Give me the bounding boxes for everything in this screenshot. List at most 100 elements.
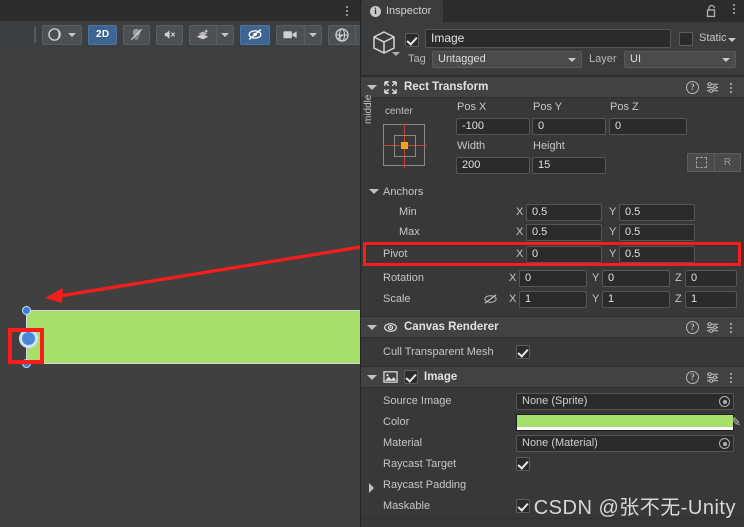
pivot-x-input[interactable]: 0 <box>526 246 602 263</box>
maskable-label: Maskable <box>383 500 431 512</box>
source-image-object-field[interactable]: None (Sprite) <box>516 393 734 410</box>
anchors-foldout-row[interactable]: Anchors <box>361 182 744 202</box>
scale-row: Scale X 1 Y 1 Z 1 <box>361 289 744 310</box>
rotation-x-input[interactable]: 0 <box>519 270 587 287</box>
raycast-target-checkbox[interactable] <box>516 457 530 471</box>
anchor-min-y-input[interactable]: 0.5 <box>619 204 695 221</box>
canvas-renderer-foldout-icon[interactable] <box>367 324 377 330</box>
anchors-foldout-icon[interactable] <box>369 189 379 194</box>
tab-inspector[interactable]: i Inspector <box>361 0 444 22</box>
selection-handle-top-left[interactable] <box>22 306 31 315</box>
help-icon[interactable]: ? <box>686 321 699 334</box>
anchor-max-y-axis-label: Y <box>609 226 617 238</box>
pos-y-input[interactable]: 0 <box>532 118 606 135</box>
draw-mode-chevron-down-icon <box>68 32 76 37</box>
anchor-max-label: Max <box>399 226 420 238</box>
rotation-z-input[interactable]: 0 <box>685 270 737 287</box>
image-foldout-icon[interactable] <box>367 374 377 380</box>
draw-mode-button[interactable] <box>42 24 82 45</box>
component-header-image[interactable]: Image ? <box>361 366 744 388</box>
component-kebab-menu-icon[interactable] <box>726 322 736 333</box>
rect-transform-icon <box>384 80 397 94</box>
component-header-canvas-renderer[interactable]: Canvas Renderer ? <box>361 316 744 338</box>
shading-mode-icon <box>48 28 61 41</box>
height-input[interactable]: 15 <box>532 157 606 174</box>
material-label: Material <box>383 437 423 449</box>
component-kebab-menu-icon[interactable] <box>726 82 736 93</box>
source-image-picker-icon[interactable] <box>719 396 730 407</box>
blueprint-mode-icon <box>695 157 707 168</box>
inspector-tab-bar: i Inspector <box>361 0 744 22</box>
eyedropper-icon[interactable]: ✎ <box>731 415 741 429</box>
width-input[interactable]: 200 <box>456 157 530 174</box>
scene-lighting-button[interactable] <box>123 24 151 45</box>
anchor-min-x-input[interactable]: 0.5 <box>526 204 602 221</box>
preset-settings-icon[interactable] <box>706 81 719 94</box>
component-kebab-menu-icon[interactable] <box>726 372 736 383</box>
selected-image-rect[interactable] <box>27 311 360 363</box>
pivot-row: Pivot X 0 Y 0.5 <box>361 242 744 266</box>
raycast-padding-foldout-icon[interactable] <box>369 483 374 493</box>
pos-y-label: Pos Y <box>533 101 563 113</box>
scale-y-input[interactable]: 1 <box>602 291 670 308</box>
gameobject-enabled-checkbox[interactable] <box>405 33 419 47</box>
blueprint-mode-button[interactable] <box>687 153 714 172</box>
rotation-y-axis-label: Y <box>592 272 600 284</box>
gameobject-icon-chevron-down-icon[interactable] <box>392 52 400 56</box>
image-enabled-checkbox[interactable] <box>404 370 418 384</box>
component-header-rect-transform[interactable]: Rect Transform ? <box>361 76 744 98</box>
scene-effects-dropdown[interactable] <box>216 24 235 45</box>
preset-settings-icon[interactable] <box>706 321 719 334</box>
scene-kebab-menu-icon[interactable] <box>341 3 353 18</box>
inspector-panel: i Inspector Image Static Tag Untagged La… <box>360 0 744 527</box>
inspector-tab-label: Inspector <box>386 5 432 17</box>
color-row: Color ✎ <box>361 412 744 433</box>
rotation-y-input[interactable]: 0 <box>602 270 670 287</box>
help-icon[interactable]: ? <box>686 81 699 94</box>
scene-effects-button[interactable] <box>189 24 217 45</box>
raycast-padding-label: Raycast Padding <box>383 479 467 491</box>
static-chevron-down-icon[interactable] <box>728 38 736 42</box>
cull-transparent-mesh-checkbox[interactable] <box>516 345 530 359</box>
pivot-x-axis-label: X <box>516 248 524 260</box>
anchor-max-x-input[interactable]: 0.5 <box>526 224 602 241</box>
help-icon[interactable]: ? <box>686 371 699 384</box>
scene-viewport[interactable] <box>0 48 360 527</box>
tag-dropdown[interactable]: Untagged <box>432 51 582 68</box>
scene-camera-dropdown[interactable] <box>304 24 323 45</box>
anchor-max-x-axis-label: X <box>516 226 524 238</box>
scene-gizmos-visibility-button[interactable] <box>240 24 271 45</box>
color-swatch[interactable] <box>516 414 734 431</box>
pivot-y-input[interactable]: 0.5 <box>619 246 695 263</box>
pos-z-label: Pos Z <box>610 101 639 113</box>
cull-transparent-mesh-row: Cull Transparent Mesh <box>361 342 744 363</box>
gameobject-name-input[interactable]: Image <box>425 29 671 48</box>
pos-x-input[interactable]: -100 <box>456 118 530 135</box>
maskable-checkbox[interactable] <box>516 499 530 513</box>
rect-transform-foldout-icon[interactable] <box>367 84 377 90</box>
scene-gizmos-button[interactable] <box>328 24 356 45</box>
preset-settings-icon[interactable] <box>706 371 719 384</box>
canvas-renderer-title: Canvas Renderer <box>404 321 499 333</box>
scene-audio-button[interactable] <box>156 24 184 45</box>
audio-mute-icon <box>165 30 176 39</box>
toggle-2d-button[interactable]: 2D <box>88 24 118 45</box>
scale-x-input[interactable]: 1 <box>519 291 587 308</box>
scale-z-input[interactable]: 1 <box>685 291 737 308</box>
static-checkbox[interactable] <box>679 32 693 46</box>
anchor-min-label: Min <box>399 206 417 218</box>
anchor-max-y-input[interactable]: 0.5 <box>619 224 695 241</box>
toolbar-drag-handle[interactable] <box>34 26 36 43</box>
pos-z-input[interactable]: 0 <box>609 118 687 135</box>
scene-camera-button[interactable] <box>276 24 305 45</box>
layer-dropdown[interactable]: UI <box>624 51 736 68</box>
lock-open-icon[interactable] <box>706 4 718 23</box>
link-broken-icon[interactable] <box>483 293 498 305</box>
width-label: Width <box>457 140 486 152</box>
material-object-field[interactable]: None (Material) <box>516 435 734 452</box>
tag-value: Untagged <box>438 53 486 65</box>
inspector-kebab-menu-icon[interactable] <box>733 4 735 14</box>
camera-icon <box>283 31 298 39</box>
raw-edit-mode-button[interactable]: R <box>714 153 741 172</box>
material-picker-icon[interactable] <box>719 438 730 449</box>
